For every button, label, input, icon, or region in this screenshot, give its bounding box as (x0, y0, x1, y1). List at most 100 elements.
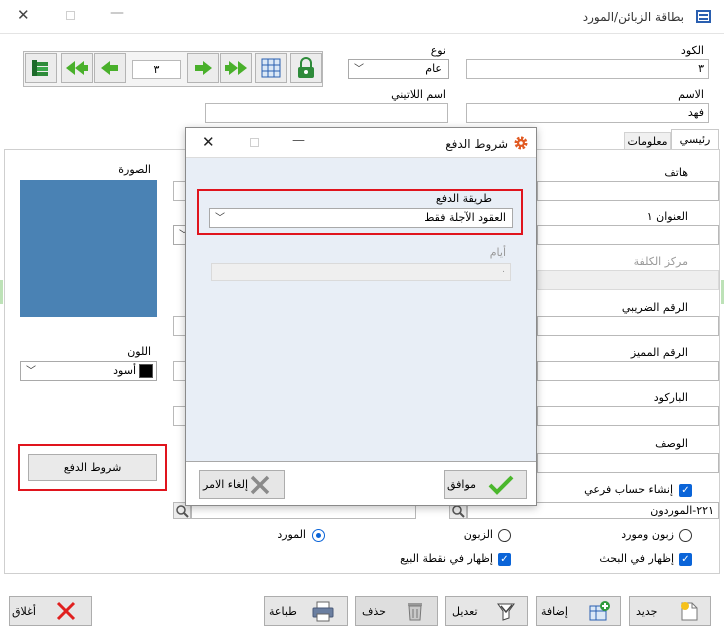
edit-button-label: تعديل (452, 604, 478, 618)
payment-method-label: طريقة الدفع (435, 192, 492, 205)
phone-label: هاتف (664, 166, 688, 179)
color-label: اللون (127, 345, 151, 358)
chevron-down-icon: ﹀ (26, 366, 36, 377)
dialog-minimize-icon[interactable]: — (292, 133, 305, 148)
print-button[interactable]: طباعة (264, 596, 348, 626)
description-label: الوصف (655, 437, 688, 450)
cancel-button[interactable]: إلغاء الامر (199, 470, 285, 499)
dialog-close-icon[interactable]: ✕ (202, 133, 215, 151)
phone-field[interactable] (537, 181, 719, 201)
chevron-down-icon: ﹀ (354, 64, 364, 75)
tab-info[interactable]: معلومات (624, 132, 671, 150)
tax-number-label: الرقم الضريبي (621, 301, 688, 314)
code-label: الكود (680, 44, 704, 57)
address-label: العنوان ١ (646, 210, 688, 223)
minimize-icon[interactable]: — (110, 5, 124, 21)
print-button-label: طباعة (269, 604, 297, 618)
picture-box[interactable] (20, 180, 157, 317)
next-record-button[interactable] (187, 53, 219, 83)
double-arrow-right-icon (225, 61, 247, 75)
code-field[interactable]: ٣ (466, 59, 709, 79)
create-subaccount-label: إنشاء حساب فرعي (584, 483, 673, 496)
show-in-search-checkbox[interactable]: ✓ (679, 553, 692, 566)
radio-customer-supplier[interactable] (679, 529, 692, 542)
color-value: أسود (113, 364, 136, 377)
payment-terms-button[interactable]: شروط الدفع (28, 454, 157, 481)
add-button-label: إضافة (541, 604, 568, 618)
ok-button[interactable]: موافق (444, 470, 527, 499)
lock-icon (298, 57, 314, 78)
lock-button[interactable] (290, 53, 322, 83)
dialog-maximize-icon[interactable] (250, 138, 259, 147)
maximize-icon[interactable] (66, 11, 75, 20)
ok-button-label: موافق (447, 478, 477, 491)
name-field[interactable]: فهد (466, 103, 709, 123)
tab-main[interactable]: رئيسي (671, 129, 719, 150)
show-in-pos-checkbox[interactable]: ✓ (498, 553, 511, 566)
search-icon (452, 505, 465, 518)
edit-icon (497, 603, 515, 621)
type-label: نوع (430, 44, 446, 57)
color-select[interactable]: أسود ﹀ (20, 361, 157, 381)
printer-icon (312, 601, 334, 622)
arrow-left-icon (101, 61, 118, 75)
delete-button-label: حذف (362, 604, 386, 618)
cost-center-label: مركز الكلفة (633, 255, 688, 268)
days-label: أيام (489, 246, 506, 259)
show-in-search-label: إظهار في البحث (599, 552, 674, 565)
side-strip-left (0, 280, 3, 304)
create-subaccount-checkbox[interactable]: ✓ (679, 484, 692, 497)
gear-icon (514, 136, 528, 150)
cancel-button-label: إلغاء الامر (203, 478, 249, 491)
show-in-pos-label: إظهار في نقطة البيع (400, 552, 493, 565)
tax-number-field[interactable] (537, 316, 719, 336)
tab-main-label: رئيسي (679, 133, 711, 146)
record-number-field[interactable]: ٣ (132, 60, 181, 79)
barcode-label: الباركود (653, 391, 688, 404)
name-label: الاسم (678, 88, 704, 101)
latin-name-label: اسم اللاتيني (391, 88, 446, 101)
arrow-right-icon (195, 61, 212, 75)
barcode-field[interactable] (537, 406, 719, 426)
address-field[interactable] (537, 225, 719, 245)
dialog-title-bar: ✕ — شروط الدفع (186, 128, 536, 158)
close-icon (56, 601, 76, 621)
export-button[interactable] (25, 53, 57, 83)
delete-button[interactable]: حذف (355, 596, 438, 626)
cancel-x-icon (250, 475, 270, 494)
search-icon (176, 505, 189, 518)
grid-view-button[interactable] (255, 53, 287, 83)
double-arrow-left-icon (66, 61, 88, 75)
payment-method-select[interactable]: العقود الآجلة فقط ﹀ (209, 208, 513, 228)
days-field: ٠ (211, 263, 511, 281)
last-record-button[interactable] (220, 53, 252, 83)
window-title: بطاقة الزبائن/المورد (582, 10, 684, 24)
radio-supplier[interactable] (312, 529, 325, 542)
close-form-button-label: أغلاق (12, 604, 36, 618)
close-icon[interactable]: ✕ (17, 6, 30, 24)
window-app-icon (696, 10, 711, 23)
tab-info-label: معلومات (627, 135, 668, 148)
edit-button[interactable]: تعديل (445, 596, 528, 626)
previous-record-button[interactable] (94, 53, 126, 83)
new-document-icon (681, 602, 698, 621)
first-record-button[interactable] (61, 53, 93, 83)
title-bar: ✕ — بطاقة الزبائن/المورد (0, 0, 724, 34)
color-swatch (139, 364, 153, 378)
distinct-number-field[interactable] (537, 361, 719, 381)
dialog-title: شروط الدفع (445, 137, 508, 151)
type-value: عام (425, 62, 442, 75)
radio-customer[interactable] (498, 529, 511, 542)
close-form-button[interactable]: أغلاق (9, 596, 92, 626)
cost-center-field (537, 270, 719, 290)
new-button[interactable]: جديد (629, 596, 711, 626)
add-icon (589, 601, 610, 621)
days-value: ٠ (501, 267, 506, 277)
add-button[interactable]: إضافة (536, 596, 621, 626)
chevron-down-icon: ﹀ (215, 213, 225, 224)
type-select[interactable]: عام ﹀ (348, 59, 449, 79)
checkmark-icon (488, 475, 514, 495)
description-field[interactable] (537, 453, 719, 473)
latin-name-field[interactable] (205, 103, 448, 123)
payment-terms-dialog: ✕ — شروط الدفع طريقة الدفع العقود الآجلة… (185, 127, 537, 506)
